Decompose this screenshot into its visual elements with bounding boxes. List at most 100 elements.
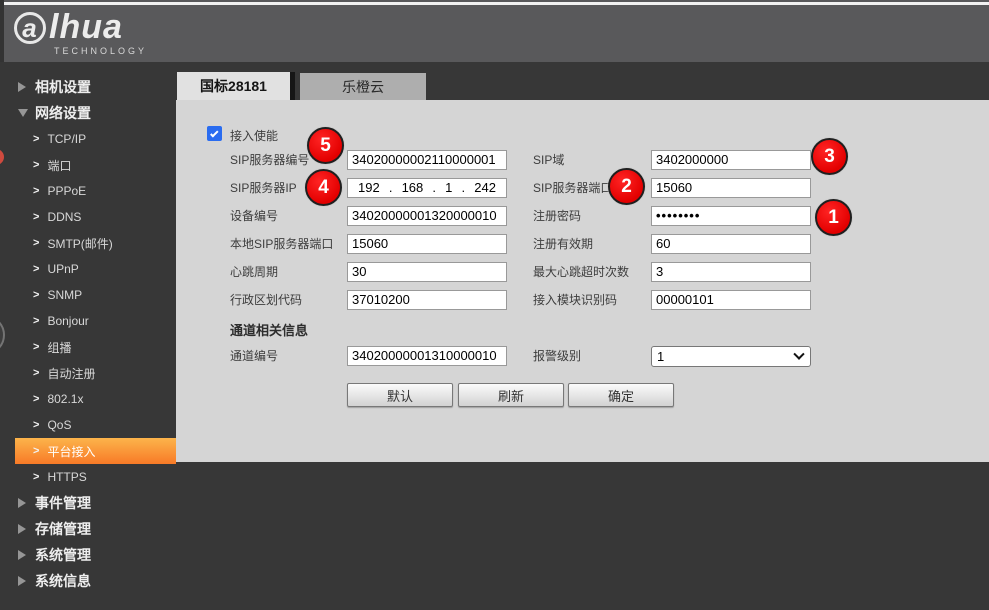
sidebar-item-label: 组播	[47, 339, 71, 356]
triangle-right-icon	[18, 524, 26, 534]
max-heartbeat-timeouts-field[interactable]: 3	[651, 262, 811, 282]
sidebar-item-smtp[interactable]: SMTP(邮件)	[0, 230, 176, 256]
sidebar-group-label: 系统管理	[35, 545, 91, 565]
local-sip-port-label: 本地SIP服务器端口	[230, 234, 333, 254]
admin-region-code-field[interactable]: 37010200	[347, 290, 507, 310]
triangle-right-icon	[18, 550, 26, 560]
chevron-right-icon	[33, 367, 39, 379]
chevron-right-icon	[33, 237, 39, 249]
sidebar-item-ddns[interactable]: DDNS	[0, 204, 176, 230]
max-heartbeat-timeouts-label: 最大心跳超时次数	[533, 262, 629, 282]
sidebar-item-platform-access[interactable]: 平台接入	[15, 438, 176, 464]
dahua-logo-text: a lhua	[14, 8, 147, 47]
sidebar-item-label: 802.1x	[47, 392, 83, 406]
sidebar-item-label: TCP/IP	[47, 132, 86, 146]
tab-lechange[interactable]: 乐橙云	[300, 73, 426, 100]
sidebar-item-bonjour[interactable]: Bonjour	[0, 308, 176, 334]
heartbeat-cycle-label: 心跳周期	[230, 262, 278, 282]
refresh-button[interactable]: 刷新	[458, 383, 564, 407]
sip-server-id-field[interactable]: 34020000002110000001	[347, 150, 507, 170]
chevron-right-icon	[33, 185, 39, 197]
chevron-right-icon	[33, 159, 39, 171]
chevron-right-icon	[33, 341, 39, 353]
sidebar-item-auto-register[interactable]: 自动注册	[0, 360, 176, 386]
sidebar-item-label: SNMP	[47, 288, 82, 302]
sip-server-port-label: SIP服务器端口	[533, 178, 612, 198]
sidebar-group-storage[interactable]: 存储管理	[0, 516, 176, 542]
enable-access-checkbox[interactable]	[207, 126, 222, 141]
register-password-field[interactable]: ••••••••	[651, 206, 811, 226]
sidebar-item-snmp[interactable]: SNMP	[0, 282, 176, 308]
channel-section-header: 通道相关信息	[230, 320, 308, 339]
confirm-button[interactable]: 确定	[568, 383, 674, 407]
enable-access-label: 接入使能	[230, 127, 278, 144]
annotation-badge-1: 1	[815, 199, 852, 236]
tab-gb28181[interactable]: 国标28181	[177, 72, 295, 100]
sip-server-id-label: SIP服务器编号	[230, 150, 309, 170]
default-button[interactable]: 默认	[347, 383, 453, 407]
sidebar-group-label: 存储管理	[35, 519, 91, 539]
alarm-level-label: 报警级别	[533, 346, 581, 366]
sidebar-item-https[interactable]: HTTPS	[0, 464, 176, 490]
sidebar-group-network[interactable]: 网络设置	[0, 100, 176, 126]
ip-octet: 192	[358, 179, 380, 197]
sidebar-item-port[interactable]: 端口	[0, 152, 176, 178]
ip-dot: .	[432, 179, 436, 197]
sip-domain-field[interactable]: 3402000000	[651, 150, 811, 170]
chevron-down-icon	[793, 348, 804, 359]
annotation-badge-4: 4	[305, 169, 342, 206]
sip-server-ip-field[interactable]: 192 . 168 . 1 . 242	[347, 178, 507, 198]
sidebar-item-upnp[interactable]: UPnP	[0, 256, 176, 282]
ip-dot: .	[462, 179, 466, 197]
triangle-down-icon	[18, 109, 28, 117]
chevron-right-icon	[33, 393, 39, 405]
sidebar-item-8021x[interactable]: 802.1x	[0, 386, 176, 412]
sidebar-item-tcpip[interactable]: TCP/IP	[0, 126, 176, 152]
channel-id-field[interactable]: 34020000001310000010	[347, 346, 507, 366]
sidebar-group-camera[interactable]: 相机设置	[0, 74, 176, 100]
sip-server-port-field[interactable]: 15060	[651, 178, 811, 198]
ip-octet: 1	[445, 179, 452, 197]
annotation-badge-2: 2	[608, 168, 645, 205]
sip-domain-label: SIP域	[533, 150, 564, 170]
access-module-id-label: 接入模块识别码	[533, 290, 617, 310]
chevron-right-icon	[33, 445, 39, 457]
heartbeat-cycle-field[interactable]: 30	[347, 262, 507, 282]
chevron-right-icon	[33, 471, 39, 483]
local-sip-port-field[interactable]: 15060	[347, 234, 507, 254]
sidebar-group-label: 相机设置	[35, 77, 91, 97]
device-id-label: 设备编号	[230, 206, 278, 226]
chevron-right-icon	[33, 211, 39, 223]
device-id-field[interactable]: 34020000001320000010	[347, 206, 507, 226]
sidebar-group-sysinfo[interactable]: 系统信息	[0, 568, 176, 594]
sidebar-item-label: 平台接入	[47, 443, 95, 460]
chevron-right-icon	[33, 263, 39, 275]
chevron-right-icon	[33, 419, 39, 431]
sidebar-item-pppoe[interactable]: PPPoE	[0, 178, 176, 204]
sidebar-item-label: UPnP	[47, 262, 78, 276]
ip-octet: 168	[402, 179, 424, 197]
triangle-right-icon	[18, 576, 26, 586]
sip-server-ip-label: SIP服务器IP	[230, 178, 297, 198]
alarm-level-value: 1	[657, 349, 664, 364]
sidebar-item-label: 端口	[47, 157, 71, 174]
channel-id-label: 通道编号	[230, 346, 278, 366]
dahua-logo: a lhua TECHNOLOGY	[14, 8, 147, 56]
register-valid-period-field[interactable]: 60	[651, 234, 811, 254]
dahua-logo-rest: lhua	[49, 8, 123, 47]
sidebar-item-label: Bonjour	[47, 314, 88, 328]
sidebar-item-label: DDNS	[47, 210, 81, 224]
triangle-right-icon	[18, 498, 26, 508]
sidebar-group-system[interactable]: 系统管理	[0, 542, 176, 568]
access-module-id-field[interactable]: 00000101	[651, 290, 811, 310]
sidebar-group-label: 事件管理	[35, 493, 91, 513]
dahua-logo-subtitle: TECHNOLOGY	[54, 46, 147, 56]
header-corner	[0, 0, 4, 62]
sidebar-group-event[interactable]: 事件管理	[0, 490, 176, 516]
sidebar-item-qos[interactable]: QoS	[0, 412, 176, 438]
sidebar-item-multicast[interactable]: 组播	[0, 334, 176, 360]
sidebar-group-label: 网络设置	[35, 103, 91, 123]
alarm-level-select[interactable]: 1	[651, 346, 811, 367]
sidebar-group-label: 系统信息	[35, 571, 91, 591]
annotation-badge-3: 3	[811, 138, 848, 175]
